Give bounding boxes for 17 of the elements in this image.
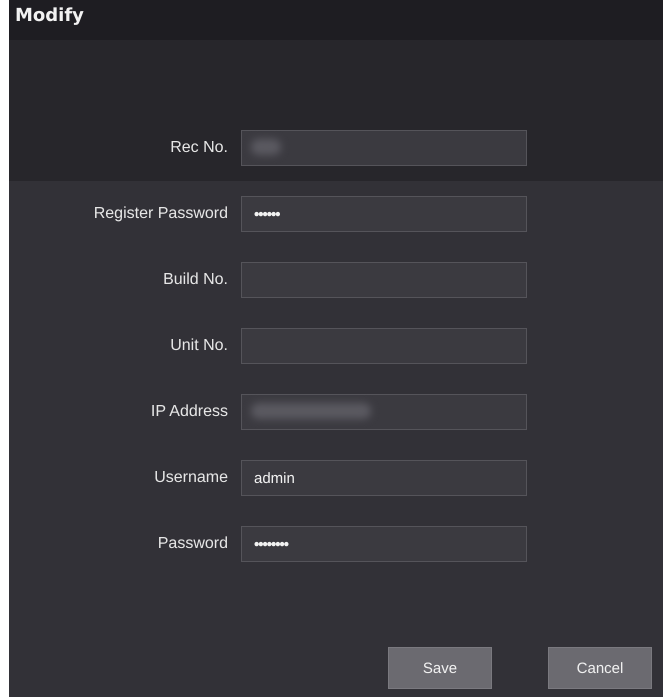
dialog-title: Modify [15, 4, 84, 26]
input-field[interactable]: admin [241, 460, 527, 496]
input-field[interactable] [241, 328, 527, 364]
input-field[interactable]: •••••• [241, 196, 527, 232]
input-field[interactable]: •••••••• [241, 526, 527, 562]
cancel-button[interactable]: Cancel [548, 647, 652, 689]
save-button[interactable]: Save [388, 647, 492, 689]
input-field[interactable] [241, 130, 527, 166]
field-label: Rec No. [169, 139, 228, 157]
field-label: Password [156, 535, 228, 553]
input-field[interactable] [241, 262, 527, 298]
field-label: IP Address [150, 403, 228, 421]
field-label: Unit No. [169, 337, 228, 355]
field-label: Username [153, 469, 228, 487]
field-label: Build No. [162, 271, 228, 289]
field-label: Register Password [92, 205, 228, 223]
blurred-value [251, 139, 281, 155]
